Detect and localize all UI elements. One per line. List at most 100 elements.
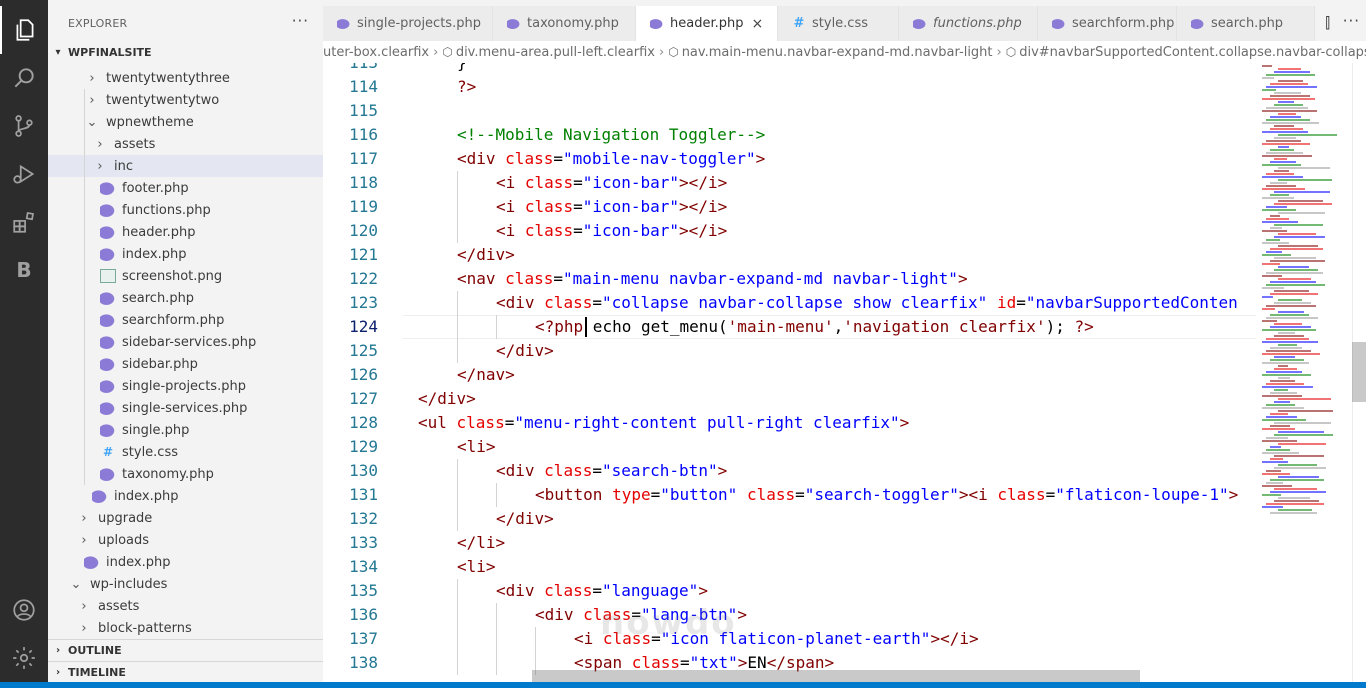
code-line[interactable]: 131 <button type="button" class="search-t… [323,483,1256,507]
source-control-icon[interactable] [0,102,48,150]
code-line[interactable]: 117 <div class="mobile-nav-toggler"> [323,147,1256,171]
file-item[interactable]: index.php [48,485,323,507]
code-line[interactable]: 128 <ul class="menu-right-content pull-ri… [323,411,1256,435]
search-icon[interactable] [0,54,48,102]
run-debug-icon[interactable] [0,150,48,198]
editor-tab[interactable]: search.php [1177,6,1315,41]
tab-label: search.php [1211,16,1284,31]
code-token: "menu-right-content pull-right clearfix" [514,413,900,432]
file-item[interactable]: searchform.php [48,309,323,331]
folder-item[interactable]: › uploads [48,529,323,551]
file-item[interactable]: sidebar-services.php [48,331,323,353]
minimap-line [1266,119,1310,121]
editor-tab[interactable]: taxonomy.php [493,6,636,41]
folder-item[interactable]: › twentytwentythree [48,67,323,89]
close-icon[interactable]: × [751,16,763,32]
folder-item[interactable]: ⌄ wpnewtheme [48,111,323,133]
folder-item[interactable]: ⌄ wp-includes [48,573,323,595]
folder-item[interactable]: › twentytwentytwo [48,89,323,111]
folder-item[interactable]: › assets [48,133,323,155]
vertical-scrollbar-thumb[interactable] [1352,342,1366,402]
file-item[interactable]: index.php [48,243,323,265]
html-element-icon: ⬡ [442,45,453,59]
file-item[interactable]: single-services.php [48,397,323,419]
code-line[interactable]: 118 <i class="icon-bar"></i> [323,171,1256,195]
file-item[interactable]: screenshot.png [48,265,323,287]
breadcrumb-item[interactable]: › ⬡ nav.main-menu.navbar-expand-md.navbar-… [655,45,993,60]
folder-item[interactable]: › assets [48,595,323,617]
file-item[interactable]: footer.php [48,177,323,199]
file-item[interactable]: index.php [48,551,323,573]
editor-more-actions-icon[interactable]: ··· [1343,12,1360,30]
minimap-line [1270,446,1281,448]
code-line[interactable]: 137 <i class="icon flaticon-planet-earth"… [323,627,1256,651]
folder-item[interactable]: › inc [48,155,323,177]
file-item[interactable]: # style.css [48,441,323,463]
file-item[interactable]: functions.php [48,199,323,221]
code-line[interactable]: 122 <nav class="main-menu navbar-expand-m… [323,267,1256,291]
account-icon[interactable] [0,586,48,634]
folder-item[interactable]: › block-patterns [48,617,323,639]
code-line[interactable]: 130 <div class="search-btn"> [323,459,1256,483]
settings-gear-icon[interactable] [0,634,48,682]
code-token: type [612,485,651,504]
file-item[interactable]: single-projects.php [48,375,323,397]
code-line[interactable]: 133 </li> [323,531,1256,555]
line-number: 138 [349,653,378,672]
timeline-section[interactable]: › TIMELINE [48,661,323,682]
minimap-line [1270,281,1316,283]
code-line[interactable]: 124 <?php echo get_menu('main-menu','navi… [323,315,1256,339]
indent-guide [457,195,458,219]
breadcrumb-item[interactable]: uter-box.clearfix [323,45,429,60]
explorer-more-actions-icon[interactable]: ··· [292,12,309,30]
code-line[interactable]: 136 <div class="lang-btn"> [323,603,1256,627]
code-line[interactable]: 113} [323,63,1256,75]
workspace-root-folder[interactable]: ▾ WPFINALSITE [48,41,323,63]
minimap-line [1266,383,1304,385]
editor-tab[interactable]: single-projects.php [323,6,493,41]
folder-item[interactable]: › upgrade [48,507,323,529]
code-token: class [524,197,574,216]
minimap-line [1262,65,1272,67]
code-line[interactable]: 119 <i class="icon-bar"></i> [323,195,1256,219]
file-item[interactable]: taxonomy.php [48,463,323,485]
code-line[interactable]: 134 <li> [323,555,1256,579]
editor-tab[interactable]: header.php × [636,6,778,41]
minimap-line [1278,233,1316,235]
breadcrumb-item[interactable]: › ⬡ div#navbarSupportedContent.collapse.na… [993,45,1366,60]
code-line[interactable]: 127 </div> [323,387,1256,411]
code-token: <?php [535,317,584,336]
code-line[interactable]: 121 </div> [323,243,1256,267]
file-item[interactable]: search.php [48,287,323,309]
code-line[interactable]: 114 ?> [323,75,1256,99]
code-editor[interactable]: 113} 114 ?> 115 116 <!--Mobile Navigation Tog… [323,63,1256,682]
editor-tab[interactable]: functions.php [899,6,1038,41]
code-line[interactable]: 126 </nav> [323,363,1256,387]
code-line[interactable]: 116 <!--Mobile Navigation Toggler--> [323,123,1256,147]
code-line[interactable]: 135 <div class="language"> [323,579,1256,603]
code-line[interactable]: 123 <div class="collapse navbar-collapse … [323,291,1256,315]
b-extension-icon[interactable]: B [0,246,48,294]
editor-tab[interactable]: searchform.php [1038,6,1177,41]
code-text: ?> [457,75,476,99]
code-line[interactable]: 125 </div> [323,339,1256,363]
code-line[interactable]: 115 [323,99,1256,123]
file-item[interactable]: header.php [48,221,323,243]
horizontal-scrollbar-thumb[interactable] [532,670,1140,682]
outline-section[interactable]: › OUTLINE [48,639,323,661]
explorer-icon[interactable] [0,6,48,54]
code-token: class [505,149,554,168]
file-item[interactable]: single.php [48,419,323,441]
minimap[interactable] [1256,63,1352,682]
code-token: } [457,63,467,72]
code-line[interactable]: 132 </div> [323,507,1256,531]
code-line[interactable]: 120 <i class="icon-bar"></i> [323,219,1256,243]
editor-tab[interactable]: # style.css [778,6,899,41]
extensions-icon[interactable] [0,198,48,246]
code-token: > [717,461,728,480]
split-editor-icon[interactable]: ⫿ [1325,14,1330,32]
code-token: <li> [457,557,496,576]
file-item[interactable]: sidebar.php [48,353,323,375]
breadcrumb-item[interactable]: › ⬡ div.menu-area.pull-left.clearfix [429,45,655,60]
code-line[interactable]: 129 <li> [323,435,1256,459]
